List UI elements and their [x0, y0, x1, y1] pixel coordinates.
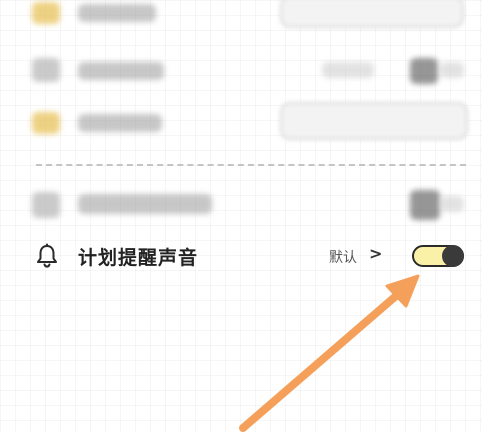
blurred-row-icon: [32, 58, 60, 82]
blurred-row-control: [440, 62, 464, 78]
blurred-setting-row[interactable]: [0, 0, 482, 32]
section-divider: [36, 164, 466, 166]
blurred-row-icon: [32, 2, 60, 24]
blurred-row-label: [78, 114, 162, 132]
toggle-knob: [442, 245, 464, 267]
blurred-row-label: [78, 194, 212, 214]
blurred-setting-row[interactable]: [0, 102, 482, 142]
blurred-row-control: [410, 190, 440, 220]
blurred-row-icon: [32, 112, 60, 134]
blurred-row-icon: [32, 192, 60, 218]
blurred-setting-row[interactable]: [0, 50, 482, 90]
blurred-row-control: [440, 196, 464, 212]
settings-screen: 计划提醒声音 默认 >: [0, 0, 482, 432]
blurred-row-field: [280, 0, 464, 28]
plan-reminder-sound-toggle[interactable]: [412, 245, 464, 267]
plan-reminder-sound-row[interactable]: 计划提醒声音 默认 >: [0, 236, 482, 276]
blurred-row-control: [410, 58, 438, 84]
sound-value[interactable]: 默认: [329, 247, 357, 267]
blurred-row-label: [78, 4, 156, 22]
blurred-row-value: [322, 62, 374, 78]
chevron-right-icon[interactable]: >: [369, 244, 382, 263]
plan-reminder-sound-label: 计划提醒声音: [78, 247, 199, 269]
blurred-row-label: [78, 62, 164, 80]
blurred-row-field: [280, 102, 468, 140]
blurred-setting-row[interactable]: [0, 184, 482, 224]
bell-icon: [37, 243, 57, 268]
